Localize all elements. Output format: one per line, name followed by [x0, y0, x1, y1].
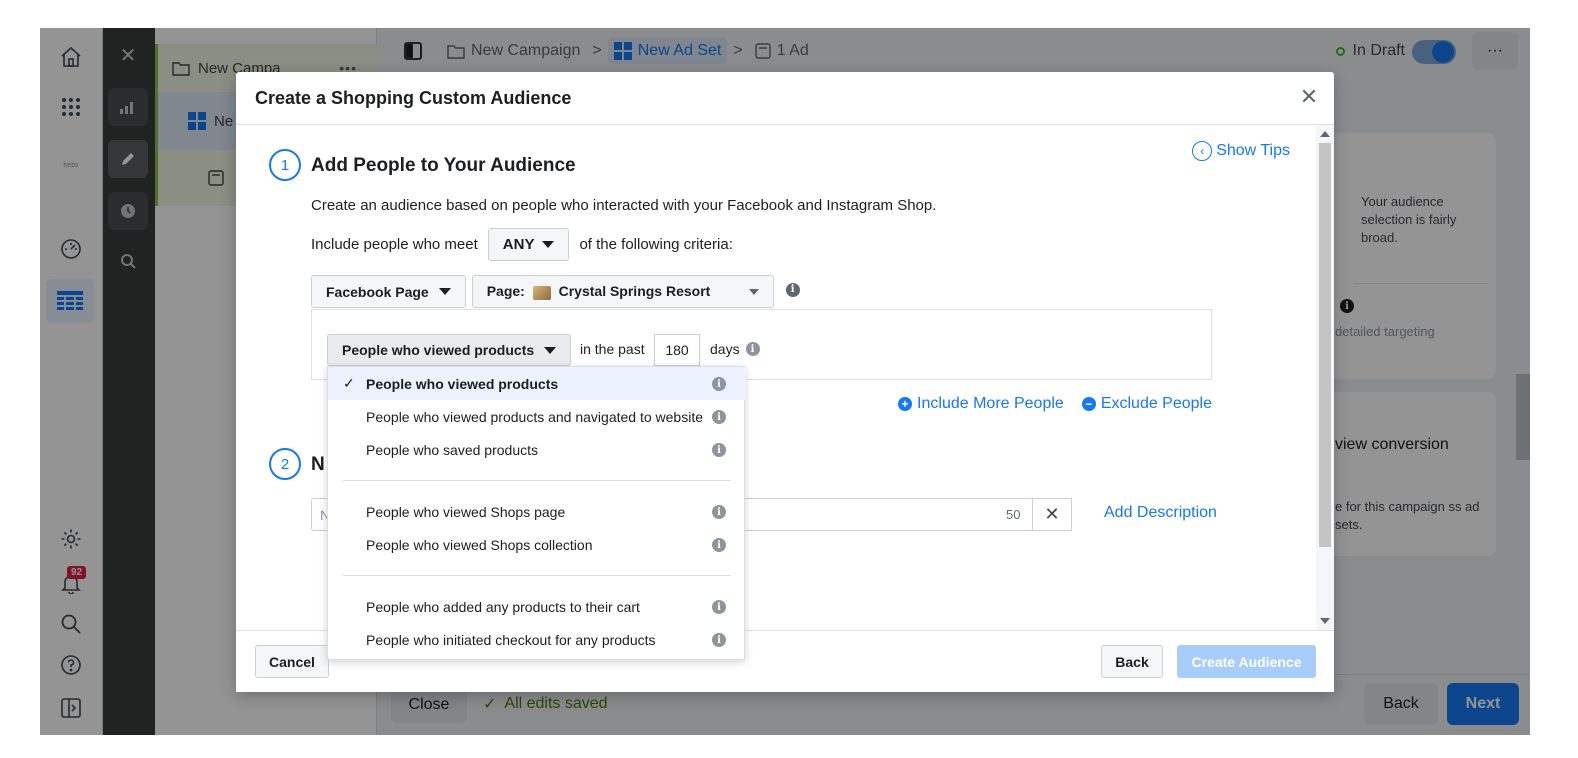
- info-icon[interactable]: i: [712, 633, 726, 647]
- page-select[interactable]: Page: Crystal Springs Resort: [471, 275, 774, 308]
- dropdown-option[interactable]: People who viewed Shops page i: [328, 495, 746, 528]
- modal-scrollbar[interactable]: [1316, 125, 1334, 630]
- dropdown-option[interactable]: People who viewed products and navigated…: [328, 400, 746, 433]
- event-select-value: People who viewed products: [342, 342, 535, 358]
- criteria-suffix: of the following criteria:: [579, 236, 733, 253]
- modal-back-button[interactable]: Back: [1101, 645, 1163, 678]
- info-icon[interactable]: i: [712, 538, 726, 552]
- source-select-value: Facebook Page: [326, 283, 429, 300]
- chevron-left-icon: ‹: [1192, 141, 1213, 161]
- show-tips-link[interactable]: ‹ Show Tips: [1192, 141, 1290, 161]
- caret-down-icon: [438, 288, 451, 295]
- plus-circle-icon: +: [898, 397, 913, 411]
- modal-title: Create a Shopping Custom Audience: [255, 88, 572, 108]
- dropdown-option-label: People who viewed Shops collection: [366, 536, 593, 553]
- info-icon[interactable]: i: [712, 410, 726, 424]
- minus-circle-icon: −: [1081, 397, 1096, 411]
- page-prefix: Page:: [486, 283, 525, 300]
- step-number: 2: [269, 448, 301, 480]
- modal-header: Create a Shopping Custom Audience ✕: [236, 72, 1334, 125]
- info-icon[interactable]: i: [712, 600, 726, 614]
- create-audience-button[interactable]: Create Audience: [1177, 645, 1316, 678]
- dropdown-option-label: People who viewed products: [366, 375, 559, 392]
- close-icon[interactable]: ✕: [1296, 84, 1322, 110]
- clear-name-icon[interactable]: ✕: [1032, 498, 1072, 531]
- add-description-link[interactable]: Add Description: [1104, 504, 1217, 522]
- exclude-label: Exclude People: [1100, 395, 1212, 412]
- criteria-row: Include people who meet ANY of the follo…: [311, 228, 733, 261]
- source-row: Facebook Page Page: Crystal Springs Reso…: [311, 275, 800, 308]
- dropdown-option[interactable]: People who saved products i: [328, 433, 746, 466]
- info-icon[interactable]: i: [712, 505, 726, 519]
- dropdown-option[interactable]: People who added any products to their c…: [328, 590, 746, 623]
- info-icon[interactable]: i: [785, 282, 800, 297]
- include-more-people-link[interactable]: + Include More People: [898, 395, 1064, 413]
- add-people-title: Add People to Your Audience: [311, 155, 576, 176]
- source-select[interactable]: Facebook Page: [311, 275, 466, 308]
- dropdown-option-label: People who saved products: [366, 441, 538, 458]
- caret-down-icon: [748, 288, 759, 295]
- show-tips-label: Show Tips: [1216, 142, 1290, 159]
- days-label: days: [710, 341, 740, 357]
- dropdown-divider: [343, 575, 731, 576]
- include-more-label: Include More People: [917, 395, 1064, 412]
- cancel-button[interactable]: Cancel: [255, 645, 329, 678]
- dropdown-option-label: People who added any products to their c…: [366, 598, 640, 615]
- event-select[interactable]: People who viewed products: [327, 334, 571, 366]
- dropdown-option[interactable]: People who viewed Shops collection i: [328, 528, 746, 561]
- info-icon[interactable]: i: [745, 342, 760, 356]
- info-icon[interactable]: i: [712, 443, 726, 457]
- in-past-label: in the past: [580, 341, 645, 357]
- name-audience-title: N: [311, 454, 325, 475]
- ads-manager-window: hebs 92 ✕ New Campa ••• Ne New Campaign …: [40, 28, 1530, 735]
- step-number: 1: [269, 149, 301, 181]
- dropdown-option-label: People who viewed Shops page: [366, 503, 566, 520]
- dropdown-option[interactable]: People who initiated checkout for any pr…: [328, 623, 746, 656]
- checkmark-icon: ✓: [343, 375, 355, 391]
- dropdown-option-label: People who initiated checkout for any pr…: [366, 631, 656, 648]
- dropdown-option-label: People who viewed products and navigated…: [366, 408, 703, 425]
- retention-days-input[interactable]: 180: [654, 334, 700, 366]
- days-label-group: days i: [710, 341, 760, 357]
- audience-description: Create an audience based on people who i…: [311, 197, 937, 214]
- dropdown-divider: [343, 480, 731, 481]
- match-criteria-select[interactable]: ANY: [487, 228, 570, 261]
- match-criteria-value: ANY: [502, 236, 535, 253]
- caret-down-icon: [544, 346, 556, 354]
- event-dropdown-menu: ✓ People who viewed products i People wh…: [327, 366, 746, 660]
- info-icon[interactable]: i: [712, 377, 726, 391]
- dropdown-option[interactable]: ✓ People who viewed products i: [328, 367, 746, 400]
- exclude-people-link[interactable]: − Exclude People: [1081, 395, 1212, 413]
- criteria-prefix: Include people who meet: [311, 236, 478, 253]
- caret-down-icon: [542, 241, 555, 248]
- page-select-value: Crystal Springs Resort: [558, 283, 711, 300]
- people-links: + Include More People − Exclude People: [898, 395, 1212, 413]
- name-char-count: 50: [1006, 507, 1021, 522]
- page-logo-icon: [532, 285, 551, 300]
